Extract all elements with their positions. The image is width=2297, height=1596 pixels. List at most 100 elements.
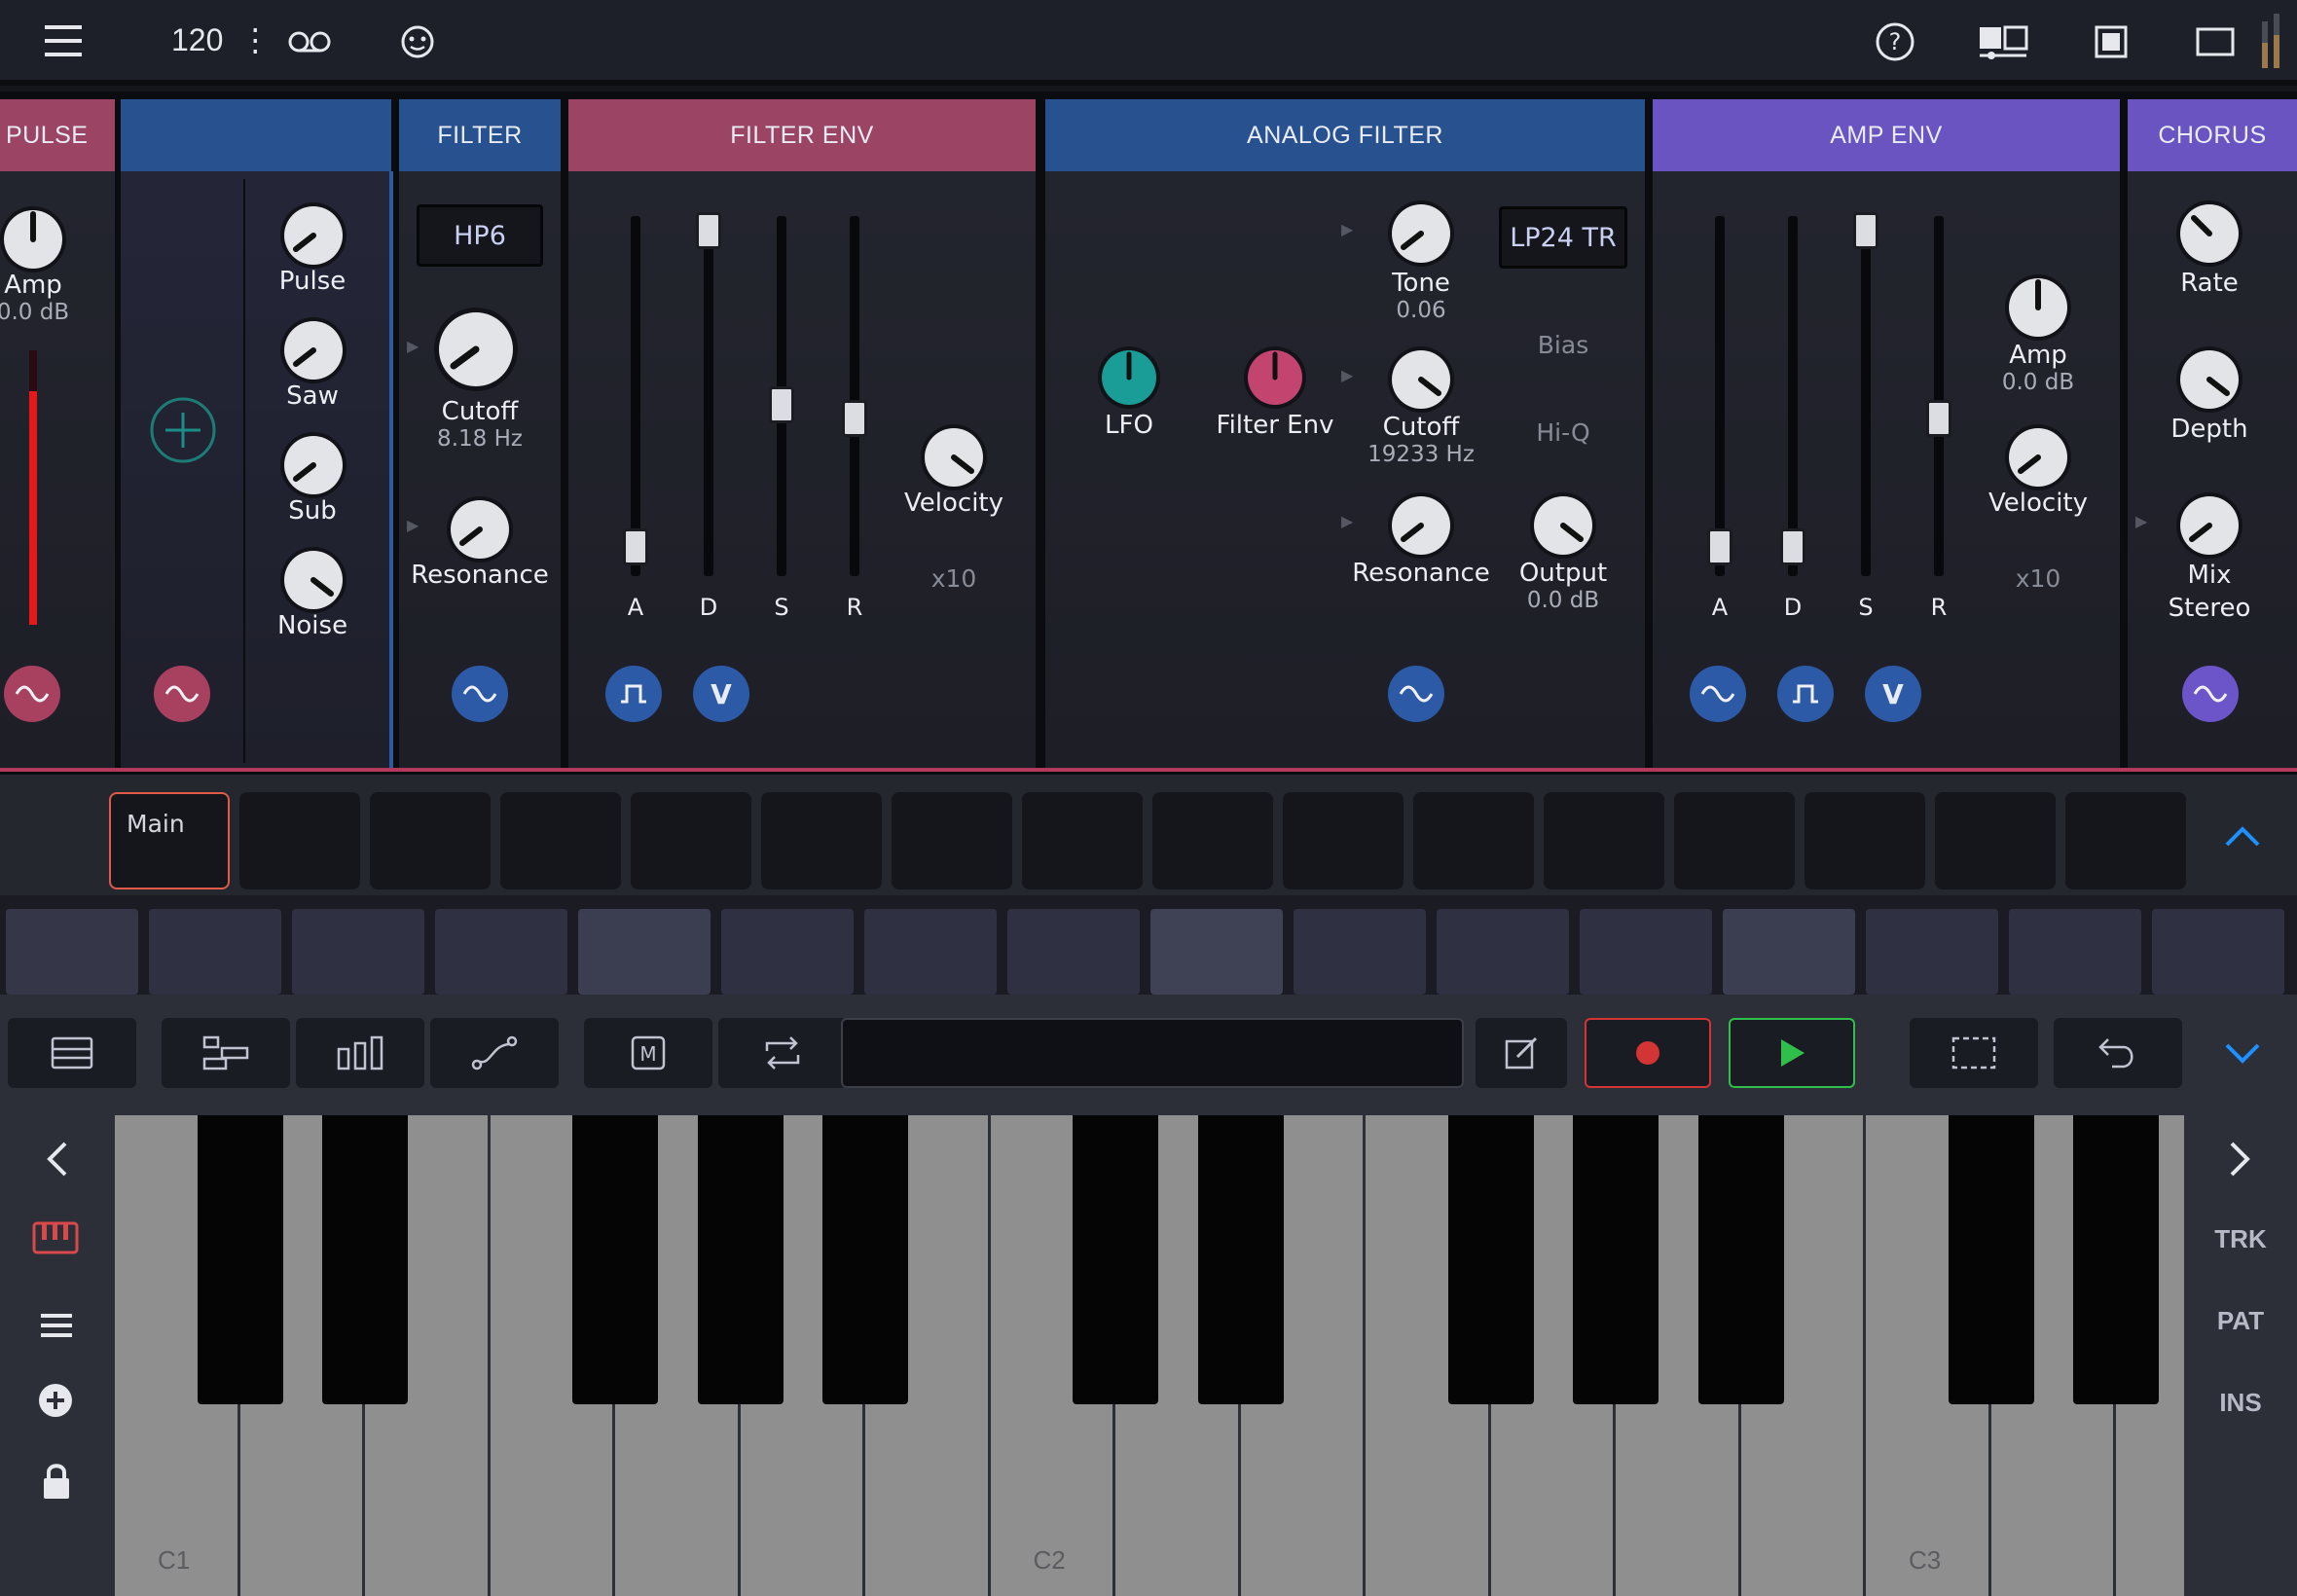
step-cell[interactable] xyxy=(1580,909,1712,995)
sine-mod-button[interactable] xyxy=(154,666,210,722)
song-position-field[interactable] xyxy=(841,1018,1464,1088)
pattern-slot[interactable] xyxy=(1935,792,2056,889)
saw-knob[interactable] xyxy=(276,313,350,387)
black-key[interactable] xyxy=(1073,1115,1158,1404)
env-slider-a[interactable] xyxy=(1715,216,1725,576)
step-cell[interactable] xyxy=(292,909,424,995)
amp-knob[interactable] xyxy=(0,202,70,276)
macro-button[interactable]: M xyxy=(584,1018,712,1088)
env-slider-s[interactable] xyxy=(1861,216,1871,576)
step-cell[interactable] xyxy=(1294,909,1426,995)
window-icon[interactable] xyxy=(2095,25,2128,58)
slider-thumb[interactable] xyxy=(1853,212,1878,249)
step-cell[interactable] xyxy=(149,909,281,995)
record-button[interactable] xyxy=(1585,1018,1711,1088)
edit-button[interactable] xyxy=(1476,1018,1567,1088)
step-cell[interactable] xyxy=(864,909,997,995)
pattern-slot[interactable] xyxy=(500,792,621,889)
step-cell[interactable] xyxy=(721,909,854,995)
pulse-knob[interactable] xyxy=(276,199,350,272)
velocity-knob[interactable] xyxy=(917,420,991,494)
play-button[interactable] xyxy=(1729,1018,1855,1088)
pulse-mod-button[interactable] xyxy=(605,666,662,722)
tempo-display[interactable]: 120 ⋮ xyxy=(171,21,271,58)
pattern-button[interactable]: PAT xyxy=(2217,1306,2264,1336)
black-key[interactable] xyxy=(1948,1115,2034,1404)
tape-loop-icon[interactable] xyxy=(288,27,331,56)
step-cell[interactable] xyxy=(1437,909,1569,995)
sine-mod-button[interactable] xyxy=(1690,666,1746,722)
resonance-knob[interactable] xyxy=(1384,489,1458,562)
lfo-knob[interactable] xyxy=(1094,343,1164,413)
split-view-icon[interactable] xyxy=(1978,25,2028,60)
amp-knob[interactable] xyxy=(2001,271,2075,345)
black-key[interactable] xyxy=(572,1115,658,1404)
pattern-slot[interactable] xyxy=(761,792,882,889)
smiley-icon[interactable] xyxy=(399,23,436,60)
noise-knob[interactable] xyxy=(276,543,350,617)
slider-thumb[interactable] xyxy=(1780,528,1805,566)
slider-thumb[interactable] xyxy=(769,386,794,424)
mixer-view-button[interactable] xyxy=(296,1018,424,1088)
depth-knob[interactable] xyxy=(2172,343,2246,417)
pattern-slot[interactable] xyxy=(1283,792,1404,889)
undo-button[interactable] xyxy=(2054,1018,2182,1088)
automation-button[interactable] xyxy=(430,1018,559,1088)
env-slider-d[interactable] xyxy=(1788,216,1798,576)
analog-filter-mode-select[interactable]: LP24 TR xyxy=(1499,206,1627,269)
pattern-slot[interactable] xyxy=(1544,792,1664,889)
select-button[interactable] xyxy=(1910,1018,2038,1088)
black-key[interactable] xyxy=(1197,1115,1284,1404)
step-cell[interactable] xyxy=(1866,909,1998,995)
lock-icon[interactable] xyxy=(37,1460,76,1503)
add-icon[interactable] xyxy=(35,1380,76,1421)
fullscreen-icon[interactable] xyxy=(2196,27,2235,56)
slider-thumb[interactable] xyxy=(623,528,648,566)
output-knob[interactable] xyxy=(1526,489,1600,562)
pattern-slot[interactable] xyxy=(239,792,360,889)
loop-button[interactable] xyxy=(718,1018,847,1088)
slider-thumb[interactable] xyxy=(1707,528,1732,566)
black-key[interactable] xyxy=(822,1115,908,1404)
black-key[interactable] xyxy=(197,1115,283,1404)
sub-knob[interactable] xyxy=(276,428,350,502)
sine-mod-button[interactable] xyxy=(2182,666,2239,722)
chevron-up-icon[interactable] xyxy=(2223,823,2262,849)
hi-q-toggle[interactable]: Hi-Q xyxy=(1536,418,1589,447)
slider-thumb[interactable] xyxy=(1926,399,1951,437)
tone-knob[interactable] xyxy=(1384,197,1458,271)
slider-thumb[interactable] xyxy=(842,399,867,437)
add-oscillator-button[interactable] xyxy=(148,395,218,465)
pattern-slot[interactable] xyxy=(1805,792,1925,889)
black-key[interactable] xyxy=(2073,1115,2159,1404)
step-cell[interactable] xyxy=(1723,909,1855,995)
black-key[interactable] xyxy=(697,1115,784,1404)
step-cell[interactable] xyxy=(2009,909,2141,995)
sine-mod-button[interactable] xyxy=(1388,666,1444,722)
list-view-button[interactable] xyxy=(8,1018,136,1088)
step-cell[interactable] xyxy=(578,909,711,995)
black-key[interactable] xyxy=(1697,1115,1784,1404)
filter-env-knob[interactable] xyxy=(1240,343,1310,413)
piano-icon[interactable] xyxy=(31,1218,80,1257)
step-cell[interactable] xyxy=(435,909,567,995)
env-slider-d[interactable] xyxy=(704,216,713,576)
velocity-knob[interactable] xyxy=(2001,420,2075,494)
help-icon[interactable]: ? xyxy=(1875,21,1915,62)
pattern-slot[interactable] xyxy=(2065,792,2186,889)
velocity-mod-button[interactable]: V xyxy=(693,666,749,722)
step-cell[interactable] xyxy=(6,909,138,995)
black-key[interactable] xyxy=(322,1115,408,1404)
instrument-button[interactable]: INS xyxy=(2219,1388,2261,1418)
step-cell[interactable] xyxy=(1150,909,1283,995)
cutoff-knob[interactable] xyxy=(1384,343,1458,417)
sine-mod-button[interactable] xyxy=(452,666,508,722)
stereo-toggle[interactable]: Stereo xyxy=(2169,594,2251,623)
pattern-slot[interactable]: Main xyxy=(109,792,230,889)
pattern-slot[interactable] xyxy=(892,792,1012,889)
track-button[interactable]: TRK xyxy=(2214,1224,2266,1254)
mix-knob[interactable] xyxy=(2172,489,2246,562)
env-slider-r[interactable] xyxy=(1934,216,1944,576)
list-icon[interactable] xyxy=(37,1306,76,1345)
rate-knob[interactable] xyxy=(2172,197,2246,271)
